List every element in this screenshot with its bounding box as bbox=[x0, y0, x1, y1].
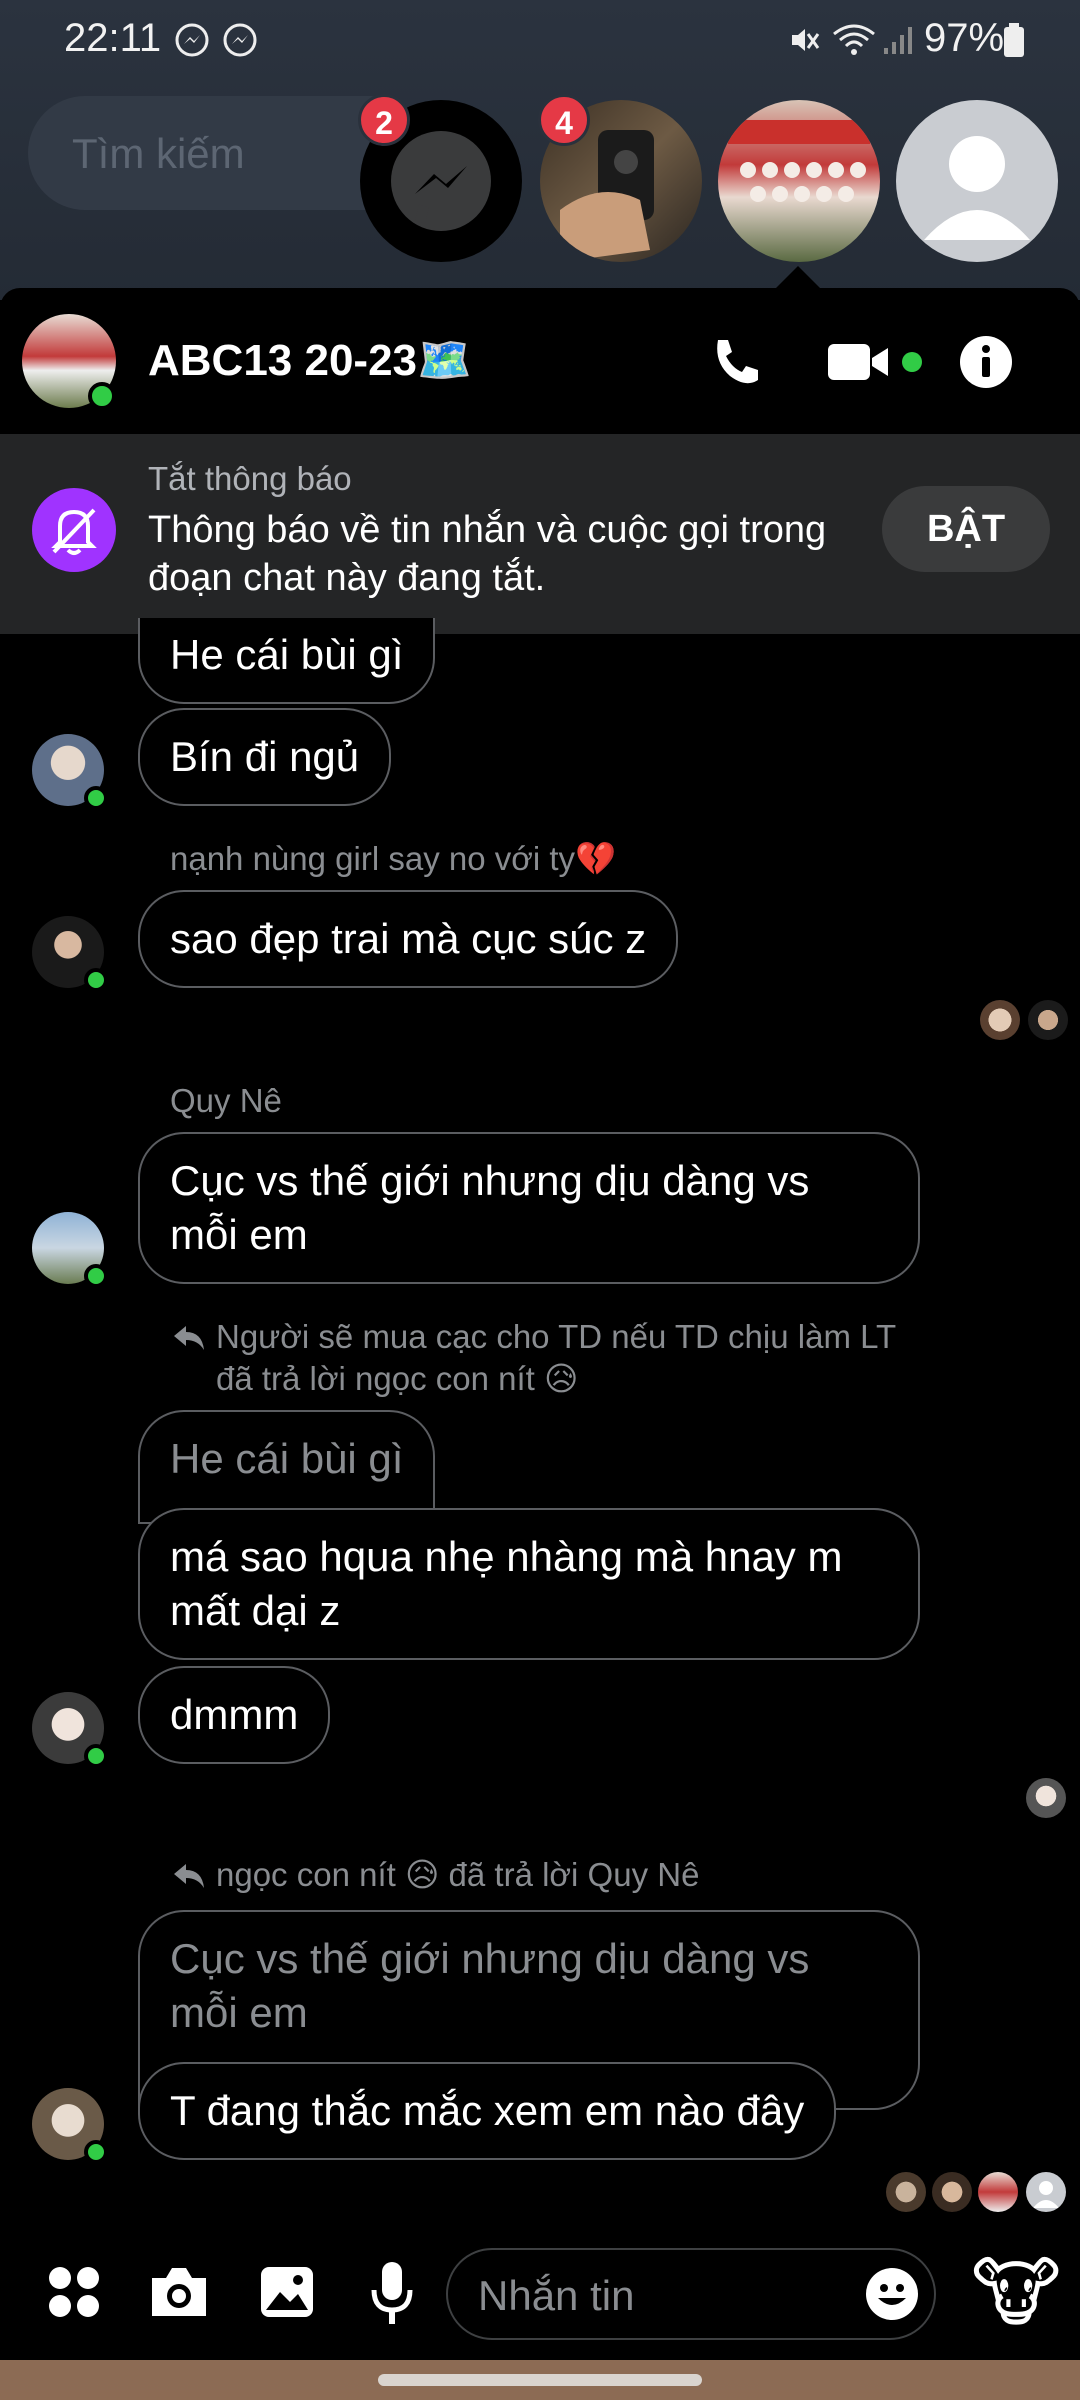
gallery-icon[interactable] bbox=[258, 2264, 316, 2320]
message-bubble[interactable]: Bín đi ngủ bbox=[138, 708, 392, 806]
battery-percentage: 97% bbox=[924, 16, 1005, 60]
signal-icon bbox=[884, 27, 912, 54]
more-actions-icon[interactable] bbox=[44, 2262, 104, 2322]
message-input[interactable]: Nhắn tin bbox=[446, 2248, 936, 2340]
quoted-message[interactable]: He cái bùi gì bbox=[138, 1410, 436, 1524]
seen-receipt-avatar bbox=[978, 2172, 1018, 2212]
messenger-notification-icon bbox=[223, 23, 257, 57]
search-placeholder: Tìm kiếm bbox=[72, 130, 245, 177]
online-indicator bbox=[84, 2140, 108, 2164]
status-time: 22:11 bbox=[64, 16, 162, 60]
message-bubble[interactable]: Cục vs thế giới nhưng dịu dàng vs mỗi em bbox=[138, 1132, 920, 1284]
phone-call-icon[interactable] bbox=[706, 334, 762, 390]
panel-pointer bbox=[776, 266, 820, 288]
turn-on-notifications-button[interactable]: BẬT bbox=[882, 486, 1050, 572]
default-user-icon bbox=[924, 136, 1030, 240]
emoji-icon[interactable] bbox=[864, 2266, 920, 2322]
unread-badge: 4 bbox=[538, 94, 590, 146]
online-indicator bbox=[84, 968, 108, 992]
online-indicator bbox=[84, 1744, 108, 1768]
mute-icon bbox=[792, 29, 820, 51]
message-bubble[interactable]: He cái bùi gì bbox=[138, 618, 436, 704]
mute-banner-title: Tắt thông báo bbox=[148, 460, 352, 497]
message-input-placeholder: Nhắn tin bbox=[478, 2272, 635, 2319]
seen-receipt-avatar bbox=[1026, 1778, 1066, 1818]
online-indicator bbox=[88, 382, 116, 410]
info-icon[interactable] bbox=[958, 334, 1014, 390]
seen-receipt-avatar bbox=[886, 2172, 926, 2212]
online-indicator bbox=[84, 1264, 108, 1288]
group-photo-image bbox=[728, 120, 870, 202]
status-bar: 22:11 97% bbox=[0, 0, 1080, 80]
wifi-icon bbox=[833, 24, 875, 55]
reply-context: Người sẽ mua cạc cho TD nếu TD chịu làm … bbox=[216, 1318, 896, 1397]
seen-receipt-avatar bbox=[1028, 1000, 1068, 1040]
message-bubble[interactable]: sao đẹp trai mà cục súc z bbox=[138, 890, 679, 988]
seen-receipt-avatar bbox=[1026, 2172, 1066, 2212]
seen-receipt-avatar bbox=[932, 2172, 972, 2212]
online-indicator bbox=[84, 786, 108, 810]
message-bubble[interactable]: má sao hqua nhẹ nhàng mà hnay m mất dại … bbox=[138, 1508, 920, 1660]
reply-arrow-icon bbox=[174, 1326, 204, 1350]
unread-badge: 2 bbox=[358, 94, 410, 146]
camera-icon[interactable] bbox=[148, 2264, 210, 2320]
messenger-notification-icon bbox=[175, 23, 209, 57]
mute-banner-description: Thông báo về tin nhắn và cuộc gọi trong … bbox=[148, 509, 827, 599]
message-bubble[interactable]: dmmm bbox=[138, 1666, 331, 1764]
battery-icon bbox=[1004, 23, 1024, 57]
quick-reaction-cow-emoji[interactable]: 🐮 bbox=[966, 2244, 1066, 2344]
home-gesture-pill[interactable] bbox=[378, 2374, 702, 2386]
message-bubble[interactable]: T đang thắc mắc xem em nào đây bbox=[138, 2062, 837, 2160]
chat-head-default-avatar[interactable] bbox=[896, 100, 1058, 262]
video-active-dot bbox=[902, 352, 922, 372]
reply-arrow-icon bbox=[174, 1864, 204, 1888]
video-call-icon[interactable] bbox=[826, 338, 892, 386]
chat-head-group-photo[interactable] bbox=[718, 100, 880, 262]
reply-context: ngọc con nít 😥 đã trả lời Quy Nê bbox=[216, 1856, 700, 1893]
seen-receipt-avatar bbox=[980, 1000, 1020, 1040]
chat-title[interactable]: ABC13 20-23🗺️ bbox=[148, 334, 472, 386]
sender-name: nạnh nùng girl say no với ty💔 bbox=[170, 840, 617, 877]
muted-bell-icon bbox=[32, 488, 116, 572]
microphone-icon[interactable] bbox=[370, 2260, 414, 2326]
sender-name: Quy Nê bbox=[170, 1082, 282, 1119]
